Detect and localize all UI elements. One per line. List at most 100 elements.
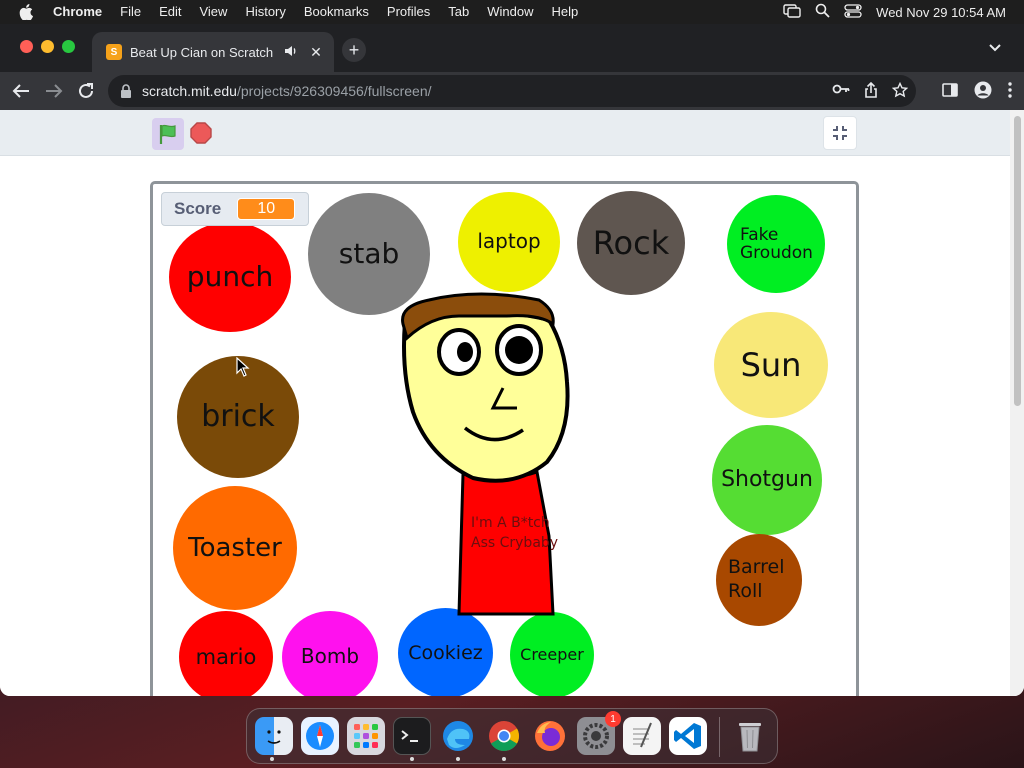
forward-arrow-icon[interactable] xyxy=(43,80,65,102)
menu-file[interactable]: File xyxy=(111,0,150,24)
control-center-icon[interactable] xyxy=(844,3,862,21)
menubar-clock[interactable]: Wed Nov 29 10:54 AM xyxy=(876,5,1006,20)
stop-sign-icon[interactable] xyxy=(190,122,212,144)
menu-bar: Chrome File Edit View History Bookmarks … xyxy=(0,0,1024,24)
page-scrollbar[interactable] xyxy=(1010,110,1024,696)
sprite-rock-label: Rock xyxy=(592,223,670,262)
sprite-punch-label: punch xyxy=(186,259,274,293)
menu-app-name[interactable]: Chrome xyxy=(35,0,111,24)
finder-running-indicator xyxy=(270,757,274,761)
sprite-brick-label: brick xyxy=(201,398,275,434)
audio-playing-icon[interactable] xyxy=(284,44,298,61)
sprite-rock[interactable]: Rock xyxy=(577,191,685,295)
reload-icon[interactable] xyxy=(75,80,97,102)
browser-window: S Beat Up Cian on Scratch ✕ + scratch.mi… xyxy=(0,24,1024,696)
window-controls xyxy=(20,40,75,53)
dock-separator xyxy=(719,717,720,757)
spotlight-search-icon[interactable] xyxy=(815,3,830,21)
menu-view[interactable]: View xyxy=(190,0,236,24)
sprite-toaster-label: Toaster xyxy=(188,532,282,563)
green-flag-icon[interactable] xyxy=(152,118,184,150)
scrollbar-thumb[interactable] xyxy=(1014,116,1021,406)
password-key-icon[interactable] xyxy=(832,82,850,101)
menu-profiles[interactable]: Profiles xyxy=(378,0,439,24)
chrome-menu-icon[interactable] xyxy=(1008,82,1012,103)
dock: 1 xyxy=(246,708,778,764)
zoom-window-button[interactable] xyxy=(62,40,75,53)
sprite-creeper[interactable]: Creeper xyxy=(510,612,594,696)
tab-search-chevron-icon[interactable] xyxy=(988,40,1002,58)
address-bar[interactable]: scratch.mit.edu/projects/926309456/fulls… xyxy=(108,75,916,107)
share-icon[interactable] xyxy=(864,81,878,101)
sprite-punch[interactable]: punch xyxy=(169,222,291,332)
back-arrow-icon[interactable] xyxy=(10,80,32,102)
project-stage[interactable]: Score 10 punch stab laptop Rock Fake Gro… xyxy=(150,181,859,696)
side-panel-icon[interactable] xyxy=(942,83,958,102)
scratch-favicon-icon: S xyxy=(106,44,122,60)
menu-edit[interactable]: Edit xyxy=(150,0,190,24)
cian-character-sprite[interactable] xyxy=(399,292,579,617)
bookmark-star-icon[interactable] xyxy=(891,81,909,101)
tab-active[interactable]: S Beat Up Cian on Scratch ✕ xyxy=(92,32,334,72)
sprite-cookiez[interactable]: Cookiez xyxy=(398,608,493,696)
mouse-pointer-icon xyxy=(236,357,250,377)
minimize-window-button[interactable] xyxy=(41,40,54,53)
finder-icon[interactable] xyxy=(255,717,293,755)
sprite-bomb-label: Bomb xyxy=(300,644,360,669)
close-tab-icon[interactable]: ✕ xyxy=(308,44,324,60)
exit-fullscreen-icon[interactable] xyxy=(823,116,857,150)
chrome-icon[interactable] xyxy=(485,717,523,755)
firefox-icon[interactable] xyxy=(531,717,569,755)
sprite-barrel-roll[interactable]: Barrel Roll xyxy=(716,534,802,626)
menu-tab[interactable]: Tab xyxy=(439,0,478,24)
sprite-fake-groudon[interactable]: Fake Groudon xyxy=(727,195,825,293)
url-path: /projects/926309456/fullscreen/ xyxy=(236,83,432,99)
url-host: scratch.mit.edu xyxy=(142,83,237,99)
new-tab-button[interactable]: + xyxy=(342,38,366,62)
edge-running-indicator xyxy=(456,757,460,761)
lock-icon[interactable] xyxy=(120,83,134,99)
system-settings-icon[interactable]: 1 xyxy=(577,711,621,755)
menu-bookmarks[interactable]: Bookmarks xyxy=(295,0,378,24)
chrome-running-indicator xyxy=(502,757,506,761)
profile-avatar-icon[interactable] xyxy=(974,81,992,104)
sprite-sun-label: Sun xyxy=(740,345,802,384)
sprite-creeper-label: Creeper xyxy=(520,645,584,665)
sprite-stab-label: stab xyxy=(338,236,400,270)
sprite-cookiez-label: Cookiez xyxy=(408,641,483,664)
browser-toolbar: scratch.mit.edu/projects/926309456/fulls… xyxy=(0,72,1024,110)
scratch-fullscreen-page: Score 10 punch stab laptop Rock Fake Gro… xyxy=(0,110,1024,696)
sprite-mario[interactable]: mario xyxy=(179,611,273,696)
vscode-icon[interactable] xyxy=(669,717,707,755)
sprite-fake-groudon-label: Fake Groudon xyxy=(740,224,813,263)
tab-title: Beat Up Cian on Scratch xyxy=(130,44,274,60)
sprite-shotgun[interactable]: Shotgun xyxy=(712,425,822,535)
textedit-icon[interactable] xyxy=(623,717,661,755)
sprite-bomb[interactable]: Bomb xyxy=(282,611,378,696)
sprite-toaster[interactable]: Toaster xyxy=(173,486,297,610)
edge-icon[interactable] xyxy=(439,717,477,755)
tab-strip: S Beat Up Cian on Scratch ✕ + xyxy=(0,24,1024,72)
terminal-running-indicator xyxy=(410,757,414,761)
menu-window[interactable]: Window xyxy=(478,0,542,24)
sprite-laptop-label: laptop xyxy=(477,229,541,254)
close-window-button[interactable] xyxy=(20,40,33,53)
settings-notification-badge: 1 xyxy=(605,711,621,727)
trash-icon[interactable] xyxy=(731,717,769,755)
stage-header xyxy=(0,110,1010,156)
sprite-shotgun-label: Shotgun xyxy=(721,467,813,493)
score-monitor: Score 10 xyxy=(161,192,309,226)
score-label: Score xyxy=(174,199,222,218)
shirt-text: I'm A B*tch Ass Crybaby xyxy=(471,515,559,552)
sprite-mario-label: mario xyxy=(195,644,257,669)
screen-mirroring-icon[interactable] xyxy=(783,3,801,21)
menu-history[interactable]: History xyxy=(236,0,294,24)
apple-menu-icon[interactable] xyxy=(19,4,35,20)
menu-help[interactable]: Help xyxy=(543,0,588,24)
launchpad-icon[interactable] xyxy=(347,717,385,755)
sprite-sun[interactable]: Sun xyxy=(714,312,828,418)
safari-icon[interactable] xyxy=(301,717,339,755)
terminal-icon[interactable] xyxy=(393,717,431,755)
sprite-laptop[interactable]: laptop xyxy=(458,192,560,292)
sprite-barrel-roll-label: Barrel Roll xyxy=(728,556,785,602)
